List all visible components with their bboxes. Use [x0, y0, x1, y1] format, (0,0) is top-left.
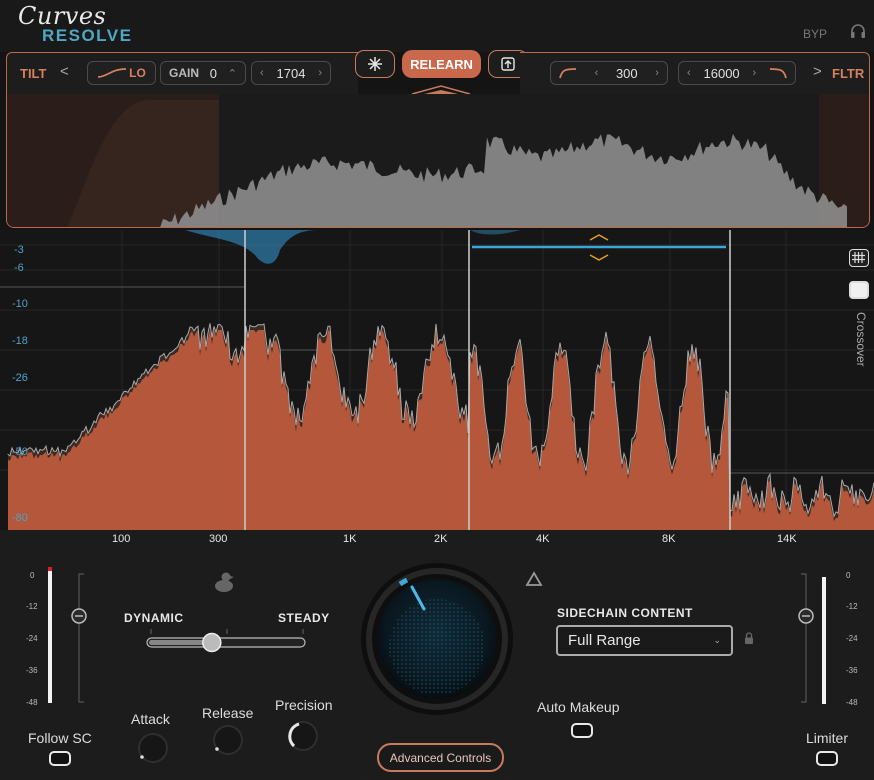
- follow-sc-toggle[interactable]: [49, 751, 71, 766]
- tilt-shape-icon: [98, 68, 127, 78]
- precision-knob[interactable]: [286, 719, 320, 753]
- gain-stepper-icon[interactable]: ⌃: [228, 67, 237, 80]
- low-cut-value: 300: [615, 65, 638, 81]
- meter-tick: -12: [26, 602, 38, 611]
- chevron-right-icon[interactable]: ›: [318, 67, 322, 79]
- precision-label: Precision: [275, 697, 333, 713]
- chevron-down-icon: ⌄: [713, 635, 721, 645]
- relearn-button[interactable]: RELEARN: [402, 50, 481, 78]
- release-knob[interactable]: [212, 724, 244, 756]
- input-level-meter: [48, 569, 52, 703]
- advanced-controls-label: Advanced Controls: [389, 750, 492, 765]
- tilt-shape-label: LO: [129, 66, 146, 80]
- dynamic-steady-thumb[interactable]: [202, 632, 222, 653]
- duck-icon[interactable]: [213, 570, 237, 594]
- bypass-button[interactable]: BYP: [803, 27, 827, 41]
- chevron-right-icon[interactable]: ›: [655, 67, 659, 79]
- db-label: -3: [14, 244, 24, 256]
- resolve-main-knob[interactable]: [360, 562, 520, 722]
- crossover-label: Crossover: [854, 312, 868, 367]
- freq-label: 1K: [343, 533, 357, 545]
- sidechain-value: Full Range: [568, 632, 641, 649]
- freq-label: 300: [209, 533, 228, 545]
- headphones-icon[interactable]: [849, 22, 867, 40]
- auto-makeup-toggle[interactable]: [571, 723, 593, 738]
- freq-label: 14K: [777, 533, 797, 545]
- chevron-down-icon[interactable]: [589, 254, 609, 261]
- chevron-up-icon[interactable]: [589, 234, 609, 241]
- advanced-controls-button[interactable]: Advanced Controls: [377, 743, 504, 772]
- sidechain-title: SIDECHAIN CONTENT: [557, 606, 693, 620]
- db-label: -6: [14, 262, 24, 274]
- logo-resolve: RESOLVE: [42, 26, 133, 45]
- overview-spectrum-fill: [160, 133, 847, 227]
- attack-label: Attack: [131, 711, 170, 727]
- chevron-left-icon[interactable]: ‹: [687, 67, 691, 79]
- chevron-right-icon[interactable]: ›: [752, 67, 756, 79]
- db-label: -10: [12, 298, 28, 310]
- filter-label: FLTR: [832, 66, 865, 81]
- dynamic-steady-slider[interactable]: [145, 627, 310, 657]
- tilt-freq-value: 1704: [276, 65, 306, 81]
- tilt-freq-field[interactable]: ‹ 1704 ›: [251, 61, 331, 85]
- meter-tick: -24: [846, 634, 858, 643]
- sidechain-select[interactable]: Full Range ⌄: [556, 625, 733, 656]
- low-cut-field[interactable]: ‹ 300 ›: [550, 61, 668, 85]
- filter-next-arrow[interactable]: >: [813, 63, 822, 80]
- meter-tick: 0: [30, 571, 35, 580]
- meter-tick: -24: [26, 634, 38, 643]
- release-label: Release: [202, 705, 254, 721]
- export-icon: [501, 57, 515, 71]
- attack-knob[interactable]: [137, 732, 169, 764]
- db-label: -50: [12, 446, 28, 458]
- gain-value: 0: [209, 65, 217, 81]
- grid-toggle[interactable]: [849, 249, 869, 267]
- dynamic-blob-mid: [470, 230, 520, 235]
- follow-sc-label: Follow SC: [28, 730, 92, 746]
- lowpass-icon: [769, 68, 787, 79]
- highpass-icon: [559, 68, 577, 79]
- gain-label: GAIN: [169, 66, 199, 80]
- freq-label: 2K: [434, 533, 448, 545]
- tilt-label: TILT: [20, 66, 47, 81]
- meter-tick: -36: [846, 666, 858, 675]
- auto-makeup-label: Auto Makeup: [537, 699, 620, 715]
- triangle-icon[interactable]: [525, 571, 543, 587]
- dynamic-blob-low: [185, 230, 320, 264]
- meter-tick: -12: [846, 602, 858, 611]
- meter-tick: 0: [846, 571, 851, 580]
- tilt-prev-arrow[interactable]: <: [60, 63, 69, 80]
- clip-indicator: [48, 567, 52, 571]
- lock-icon[interactable]: [744, 632, 754, 645]
- meter-tick: -48: [26, 698, 38, 707]
- input-gain-fader[interactable]: [68, 572, 90, 704]
- dynamic-label: DYNAMIC: [124, 611, 184, 625]
- grid-icon: [852, 252, 865, 263]
- spectrum-display[interactable]: -3 -6 -10 -18 -26 -50 -80 Crossover: [0, 230, 874, 530]
- freq-label: 8K: [662, 533, 676, 545]
- db-label: -18: [12, 335, 28, 347]
- limiter-toggle[interactable]: [816, 751, 838, 766]
- freq-label: 100: [112, 533, 131, 545]
- overview-spectrum[interactable]: [6, 94, 870, 228]
- tilt-shape-selector[interactable]: LO: [87, 61, 156, 85]
- crossover-toggle[interactable]: [849, 281, 869, 299]
- gain-field[interactable]: GAIN 0 ⌃: [160, 61, 246, 85]
- db-label: -80: [12, 512, 28, 524]
- chevron-left-icon[interactable]: ‹: [260, 67, 264, 79]
- db-label: -26: [12, 372, 28, 384]
- output-gain-fader[interactable]: [795, 572, 817, 704]
- freq-label: 4K: [536, 533, 550, 545]
- chevron-left-icon[interactable]: ‹: [595, 67, 599, 79]
- snowflake-icon: [368, 57, 382, 71]
- freeze-button[interactable]: [355, 50, 395, 78]
- meter-tick: -48: [846, 698, 858, 707]
- high-cut-value: 16000: [703, 65, 740, 81]
- meter-tick: -36: [26, 666, 38, 675]
- limiter-label: Limiter: [806, 730, 849, 746]
- output-level-meter: [822, 577, 826, 704]
- high-cut-field[interactable]: ‹ 16000 ›: [678, 61, 796, 85]
- steady-label: STEADY: [278, 611, 330, 625]
